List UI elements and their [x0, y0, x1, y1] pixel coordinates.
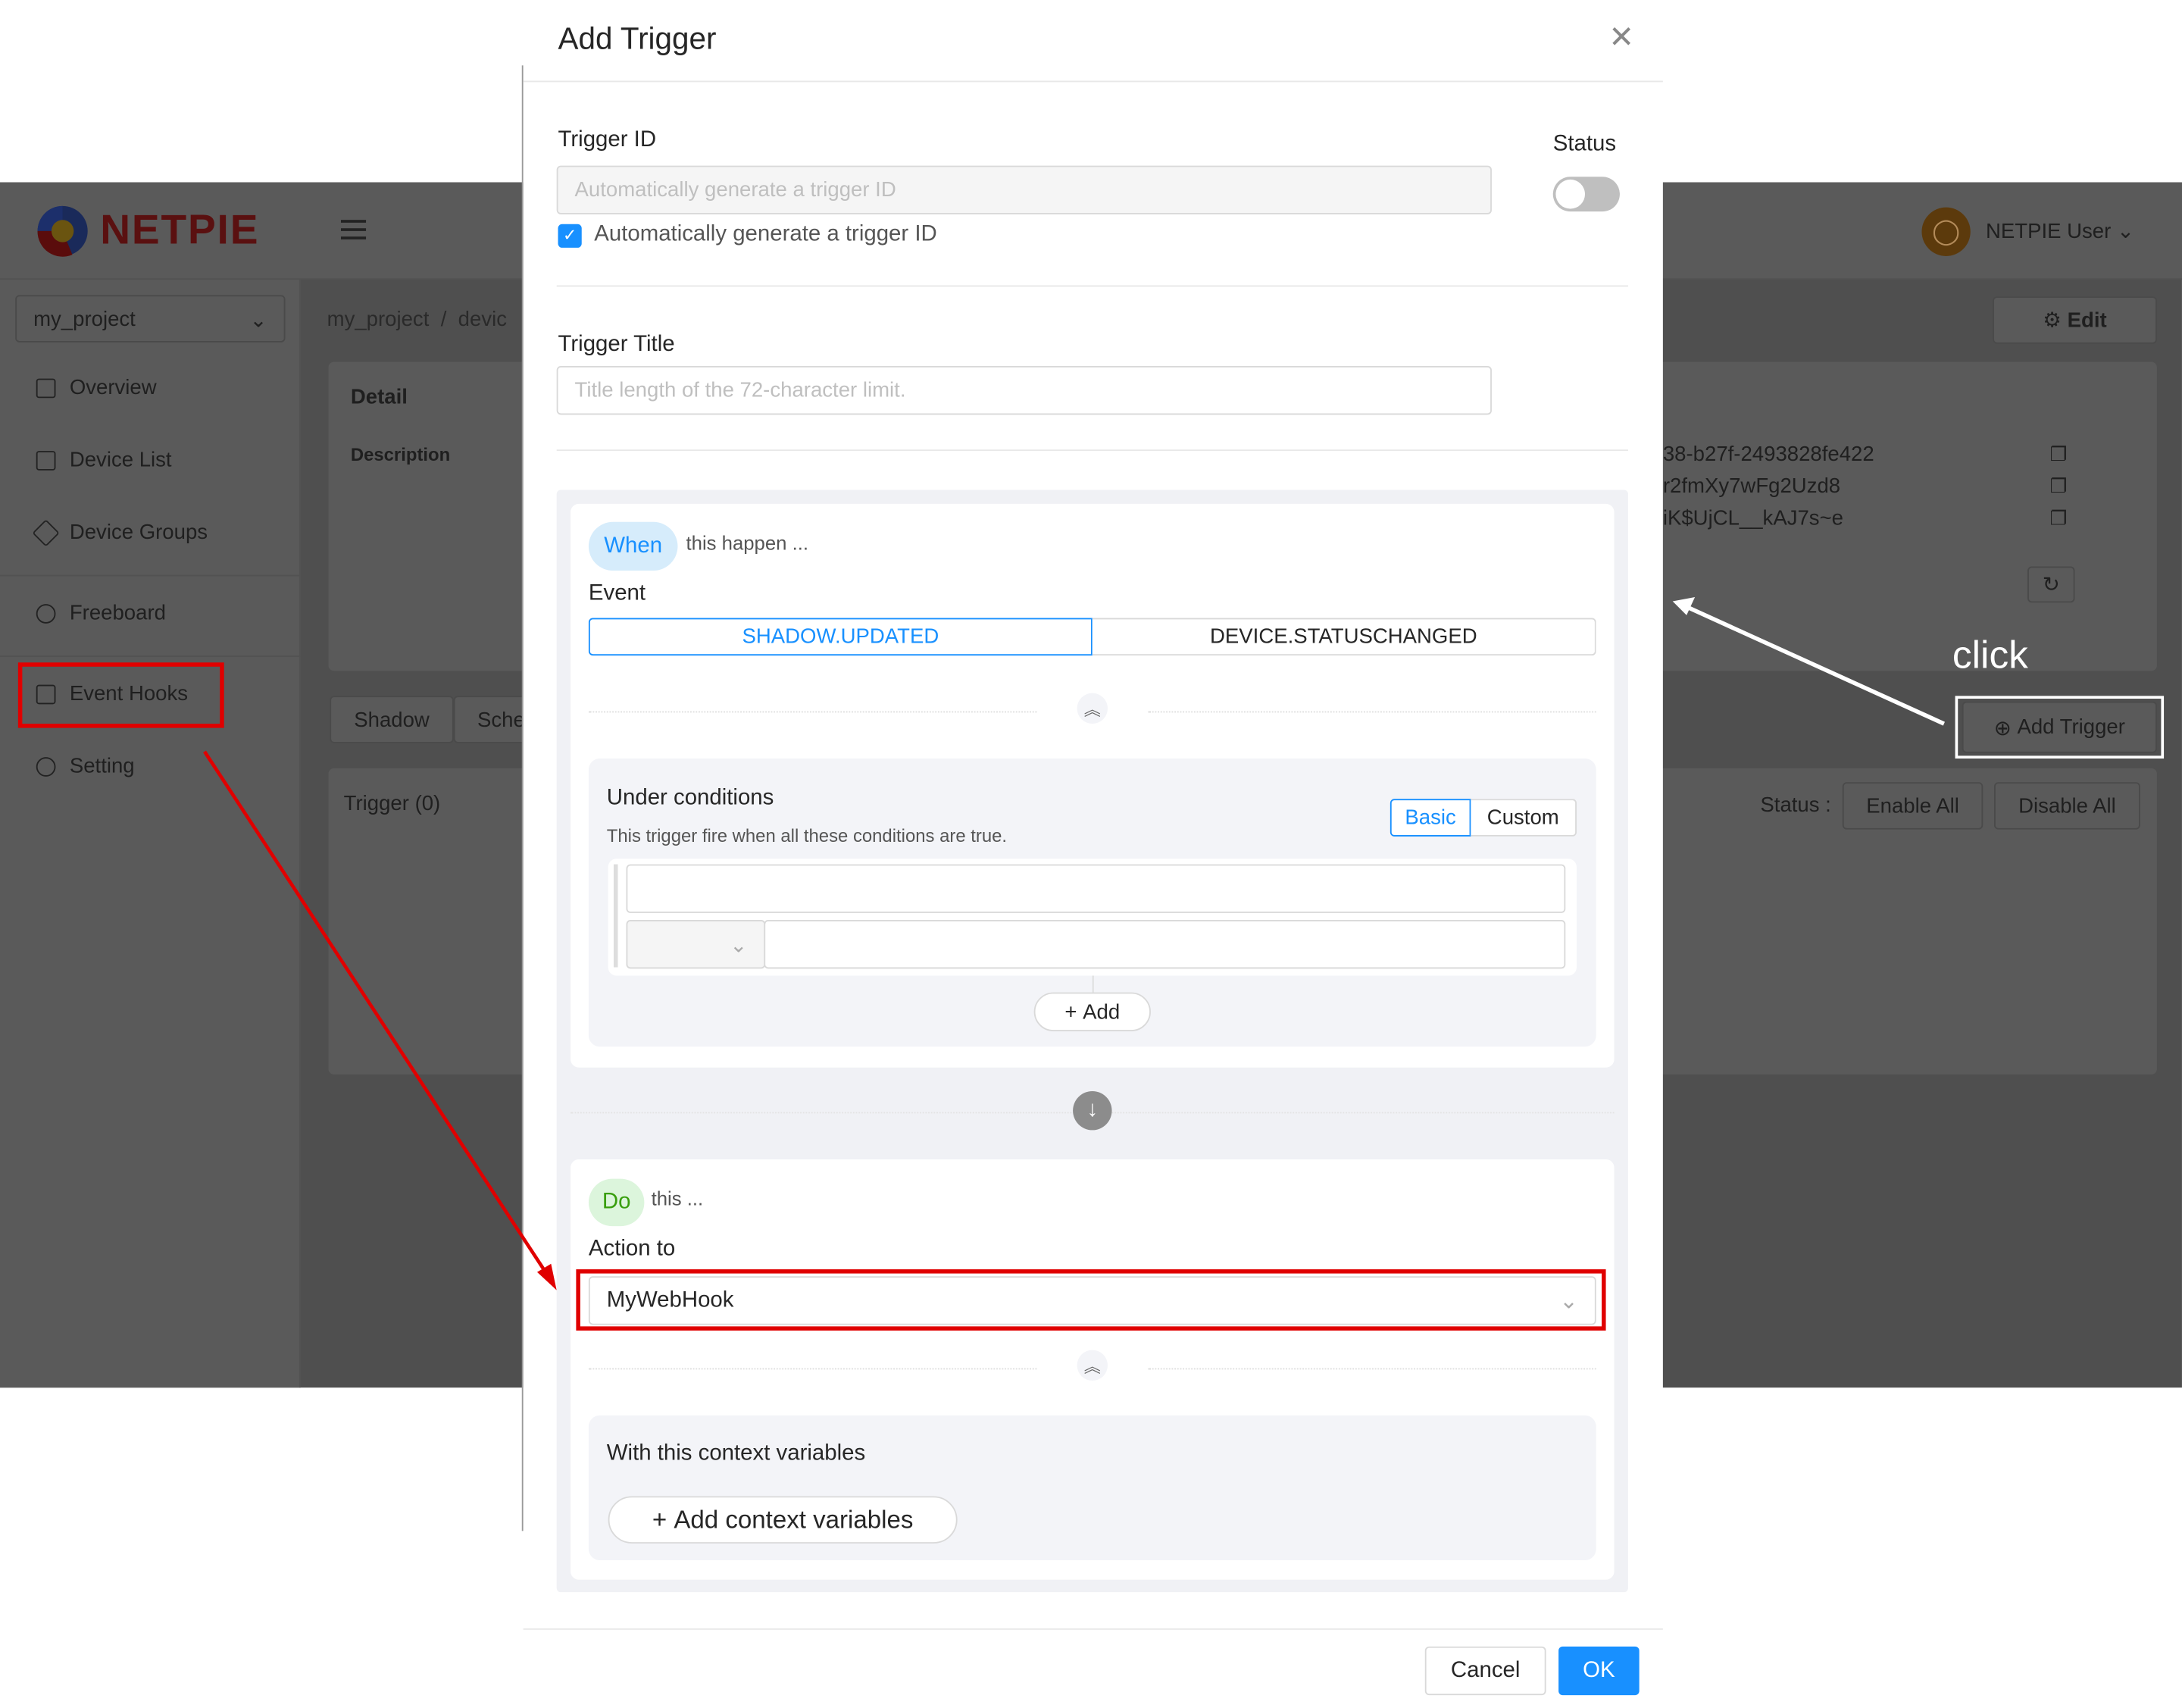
white-arrow-line [1685, 605, 1946, 726]
red-arrow-head [536, 1263, 557, 1290]
white-arrow-head [1672, 596, 1696, 615]
annotation-arrows [203, 596, 1946, 1290]
red-arrow-line [203, 750, 550, 1278]
